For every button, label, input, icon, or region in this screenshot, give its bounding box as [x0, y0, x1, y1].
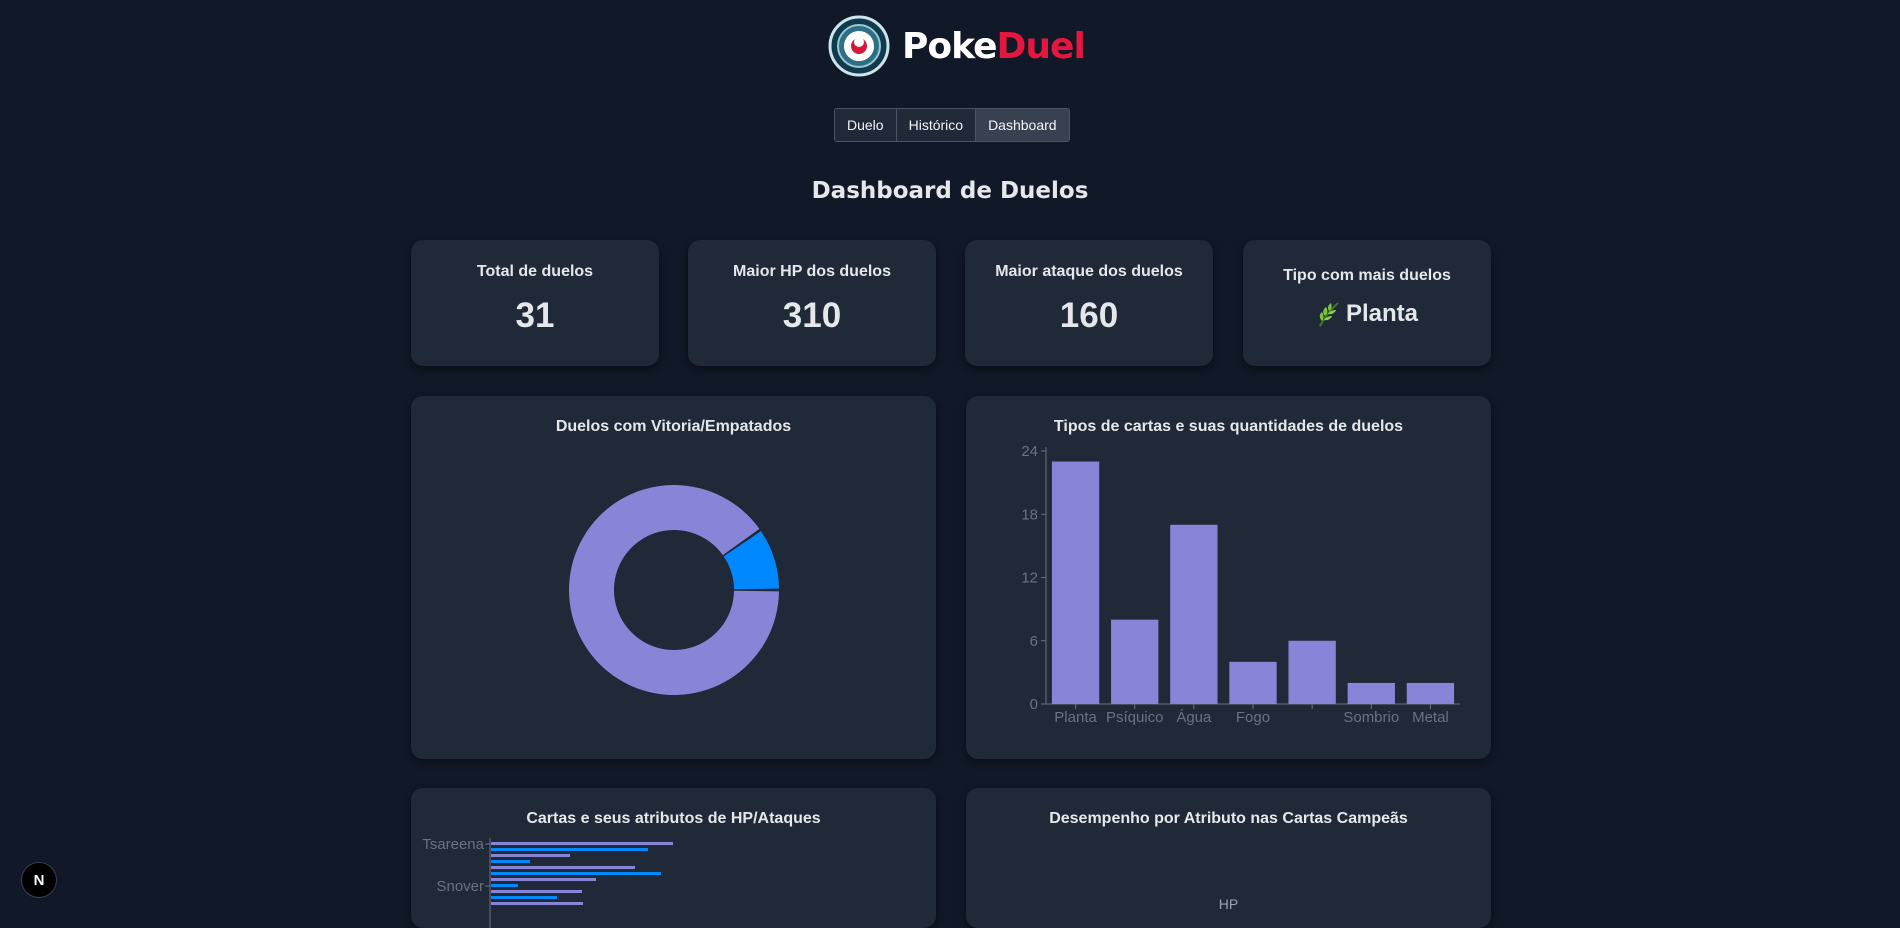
- stat-label: Maior ataque dos duelos: [995, 263, 1183, 280]
- brand-name-poke: Poke: [902, 25, 998, 67]
- stat-card-top-type: Tipo com mais duelos Planta: [1243, 240, 1491, 366]
- donut-chart: [569, 484, 779, 695]
- x-tick-label: Psíquico: [1106, 709, 1164, 726]
- hbar[interactable]: [491, 860, 530, 863]
- hbar[interactable]: [491, 854, 570, 857]
- hbar[interactable]: [491, 872, 661, 875]
- pokeball-logo-icon: [828, 15, 890, 77]
- hbar[interactable]: [491, 884, 518, 887]
- brand-name-duel: Duel: [996, 25, 1086, 67]
- app-logo: PokeDuel: [828, 15, 1086, 77]
- stat-label: Maior HP dos duelos: [733, 263, 891, 280]
- bar[interactable]: [1170, 524, 1218, 704]
- x-tick-label: Água: [1176, 709, 1212, 726]
- nextjs-dev-button[interactable]: N: [21, 862, 57, 898]
- stat-value: 160: [1059, 296, 1119, 335]
- donut-slice[interactable]: [569, 484, 779, 695]
- y-tick-label: 18: [1021, 506, 1038, 523]
- x-tick-label: Planta: [1054, 709, 1097, 726]
- radar-chart-card: Desempenho por Atributo nas Cartas Campe…: [966, 788, 1491, 928]
- bar[interactable]: [1288, 640, 1336, 704]
- tab-historico[interactable]: Histórico: [896, 109, 977, 141]
- bar-chart-card: Tipos de cartas e suas quantidades de du…: [966, 396, 1491, 759]
- y-tick-label: 0: [1030, 696, 1038, 713]
- page-title: Dashboard de Duelos: [811, 178, 1089, 204]
- y-tick-label: 24: [1021, 443, 1038, 460]
- stat-value: Planta: [1243, 300, 1491, 328]
- hbar[interactable]: [491, 896, 557, 899]
- stat-value: 31: [515, 296, 555, 335]
- stat-label: Tipo com mais duelos: [1283, 267, 1451, 284]
- bar[interactable]: [1406, 682, 1455, 704]
- x-tick-label: Sombrio: [1343, 709, 1399, 726]
- y-tick-label: 6: [1030, 633, 1038, 650]
- bar-chart: 0 6 12 18 24 Planta Psíquico Água Fogo Sombrio Met…: [1021, 443, 1460, 726]
- stat-card-max-attack: Maior ataque dos duelos 160: [965, 240, 1213, 366]
- bar[interactable]: [1111, 619, 1159, 704]
- y-tick-label: Tsareena: [422, 836, 484, 853]
- hp-attack-chart-card: Cartas e seus atributos de HP/Ataques Ts…: [411, 788, 936, 928]
- bar[interactable]: [1051, 461, 1100, 704]
- main-nav: Duelo Histórico Dashboard: [834, 108, 1070, 142]
- top-type-name: Planta: [1345, 300, 1419, 327]
- x-tick-label: Metal: [1412, 709, 1449, 726]
- tab-duelo[interactable]: Duelo: [835, 109, 897, 141]
- hbar[interactable]: [491, 902, 583, 905]
- x-tick-label: Fogo: [1236, 709, 1270, 726]
- y-tick-label: Snover: [436, 878, 484, 895]
- y-tick-label: 12: [1021, 570, 1038, 587]
- donut-chart-card: Duelos com Vitoria/Empatados: [411, 396, 936, 759]
- stat-label: Total de duelos: [476, 263, 594, 280]
- radar-chart-title: Desempenho por Atributo nas Cartas Campe…: [1049, 810, 1408, 827]
- brand-name: PokeDuel: [902, 25, 1086, 67]
- bar[interactable]: [1347, 682, 1395, 704]
- hbar[interactable]: [491, 890, 582, 893]
- stat-value: 310: [782, 296, 842, 335]
- bar[interactable]: [1229, 661, 1277, 704]
- tab-dashboard[interactable]: Dashboard: [976, 109, 1069, 141]
- hbar[interactable]: [491, 848, 648, 851]
- hbar[interactable]: [491, 866, 635, 869]
- hbar[interactable]: [491, 842, 673, 845]
- hp-attack-chart: Tsareena Snover: [422, 836, 673, 928]
- hbar[interactable]: [491, 878, 596, 881]
- radar-axis-label-hp: HP: [1218, 896, 1239, 912]
- leaf-icon: [1319, 302, 1339, 327]
- stat-card-max-hp: Maior HP dos duelos 310: [688, 240, 936, 366]
- stat-card-total: Total de duelos 31: [411, 240, 659, 366]
